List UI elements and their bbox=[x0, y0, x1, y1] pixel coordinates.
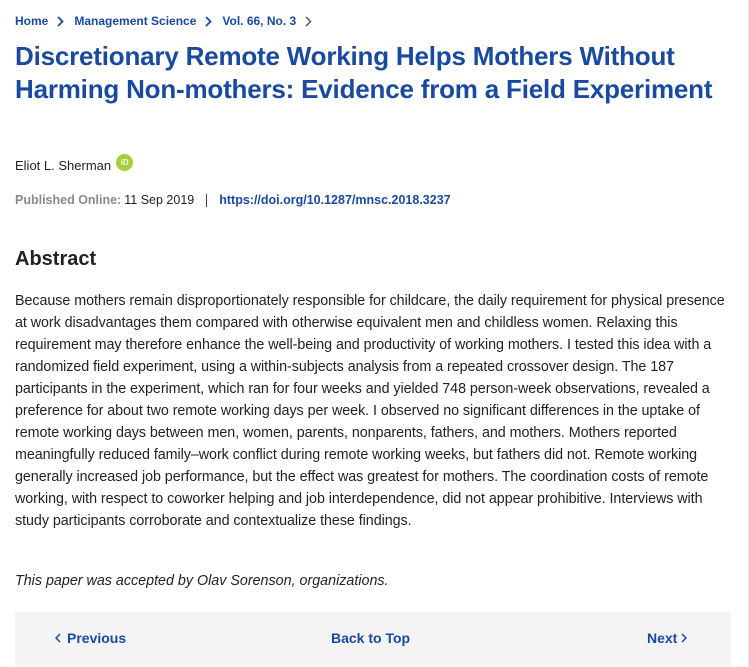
previous-article-link[interactable]: Previous bbox=[55, 630, 126, 646]
article-navigation: Previous Back to Top Next bbox=[15, 612, 731, 667]
previous-label: Previous bbox=[67, 630, 127, 646]
chevron-right-icon bbox=[56, 14, 64, 28]
info-divider bbox=[206, 193, 208, 207]
back-to-top-link[interactable]: Back to Top bbox=[331, 630, 410, 646]
chevron-right-icon bbox=[204, 14, 212, 28]
breadcrumb: Home Management Science Vol. 66, No. 3 bbox=[15, 14, 322, 28]
chevron-right-icon bbox=[304, 14, 312, 28]
accepted-note: This paper was accepted by Olav Sorenson… bbox=[15, 573, 389, 589]
abstract-heading: Abstract bbox=[15, 248, 97, 270]
chevron-right-icon bbox=[681, 632, 689, 644]
publication-info: Published Online: 11 Sep 2019 https://do… bbox=[15, 193, 451, 207]
article-title: Discretionary Remote Working Helps Mothe… bbox=[15, 41, 713, 104]
doi-link[interactable]: https://doi.org/10.1287/mnsc.2018.3237 bbox=[219, 193, 450, 207]
chevron-left-icon bbox=[55, 632, 63, 644]
published-label: Published Online: bbox=[15, 193, 122, 207]
next-label: Next bbox=[647, 630, 678, 646]
author-name-link[interactable]: Eliot L. Sherman bbox=[15, 158, 111, 173]
orcid-icon[interactable]: iD bbox=[116, 154, 134, 171]
abstract-text: Because mothers remain disproportionatel… bbox=[15, 293, 725, 529]
author-line: Eliot L. Sherman iD bbox=[15, 154, 134, 173]
breadcrumb-issue[interactable]: Vol. 66, No. 3 bbox=[222, 14, 296, 28]
next-article-link[interactable]: Next bbox=[647, 630, 689, 646]
breadcrumb-journal[interactable]: Management Science bbox=[74, 14, 196, 28]
published-date: 11 Sep 2019 bbox=[124, 193, 195, 207]
breadcrumb-home[interactable]: Home bbox=[15, 14, 48, 28]
